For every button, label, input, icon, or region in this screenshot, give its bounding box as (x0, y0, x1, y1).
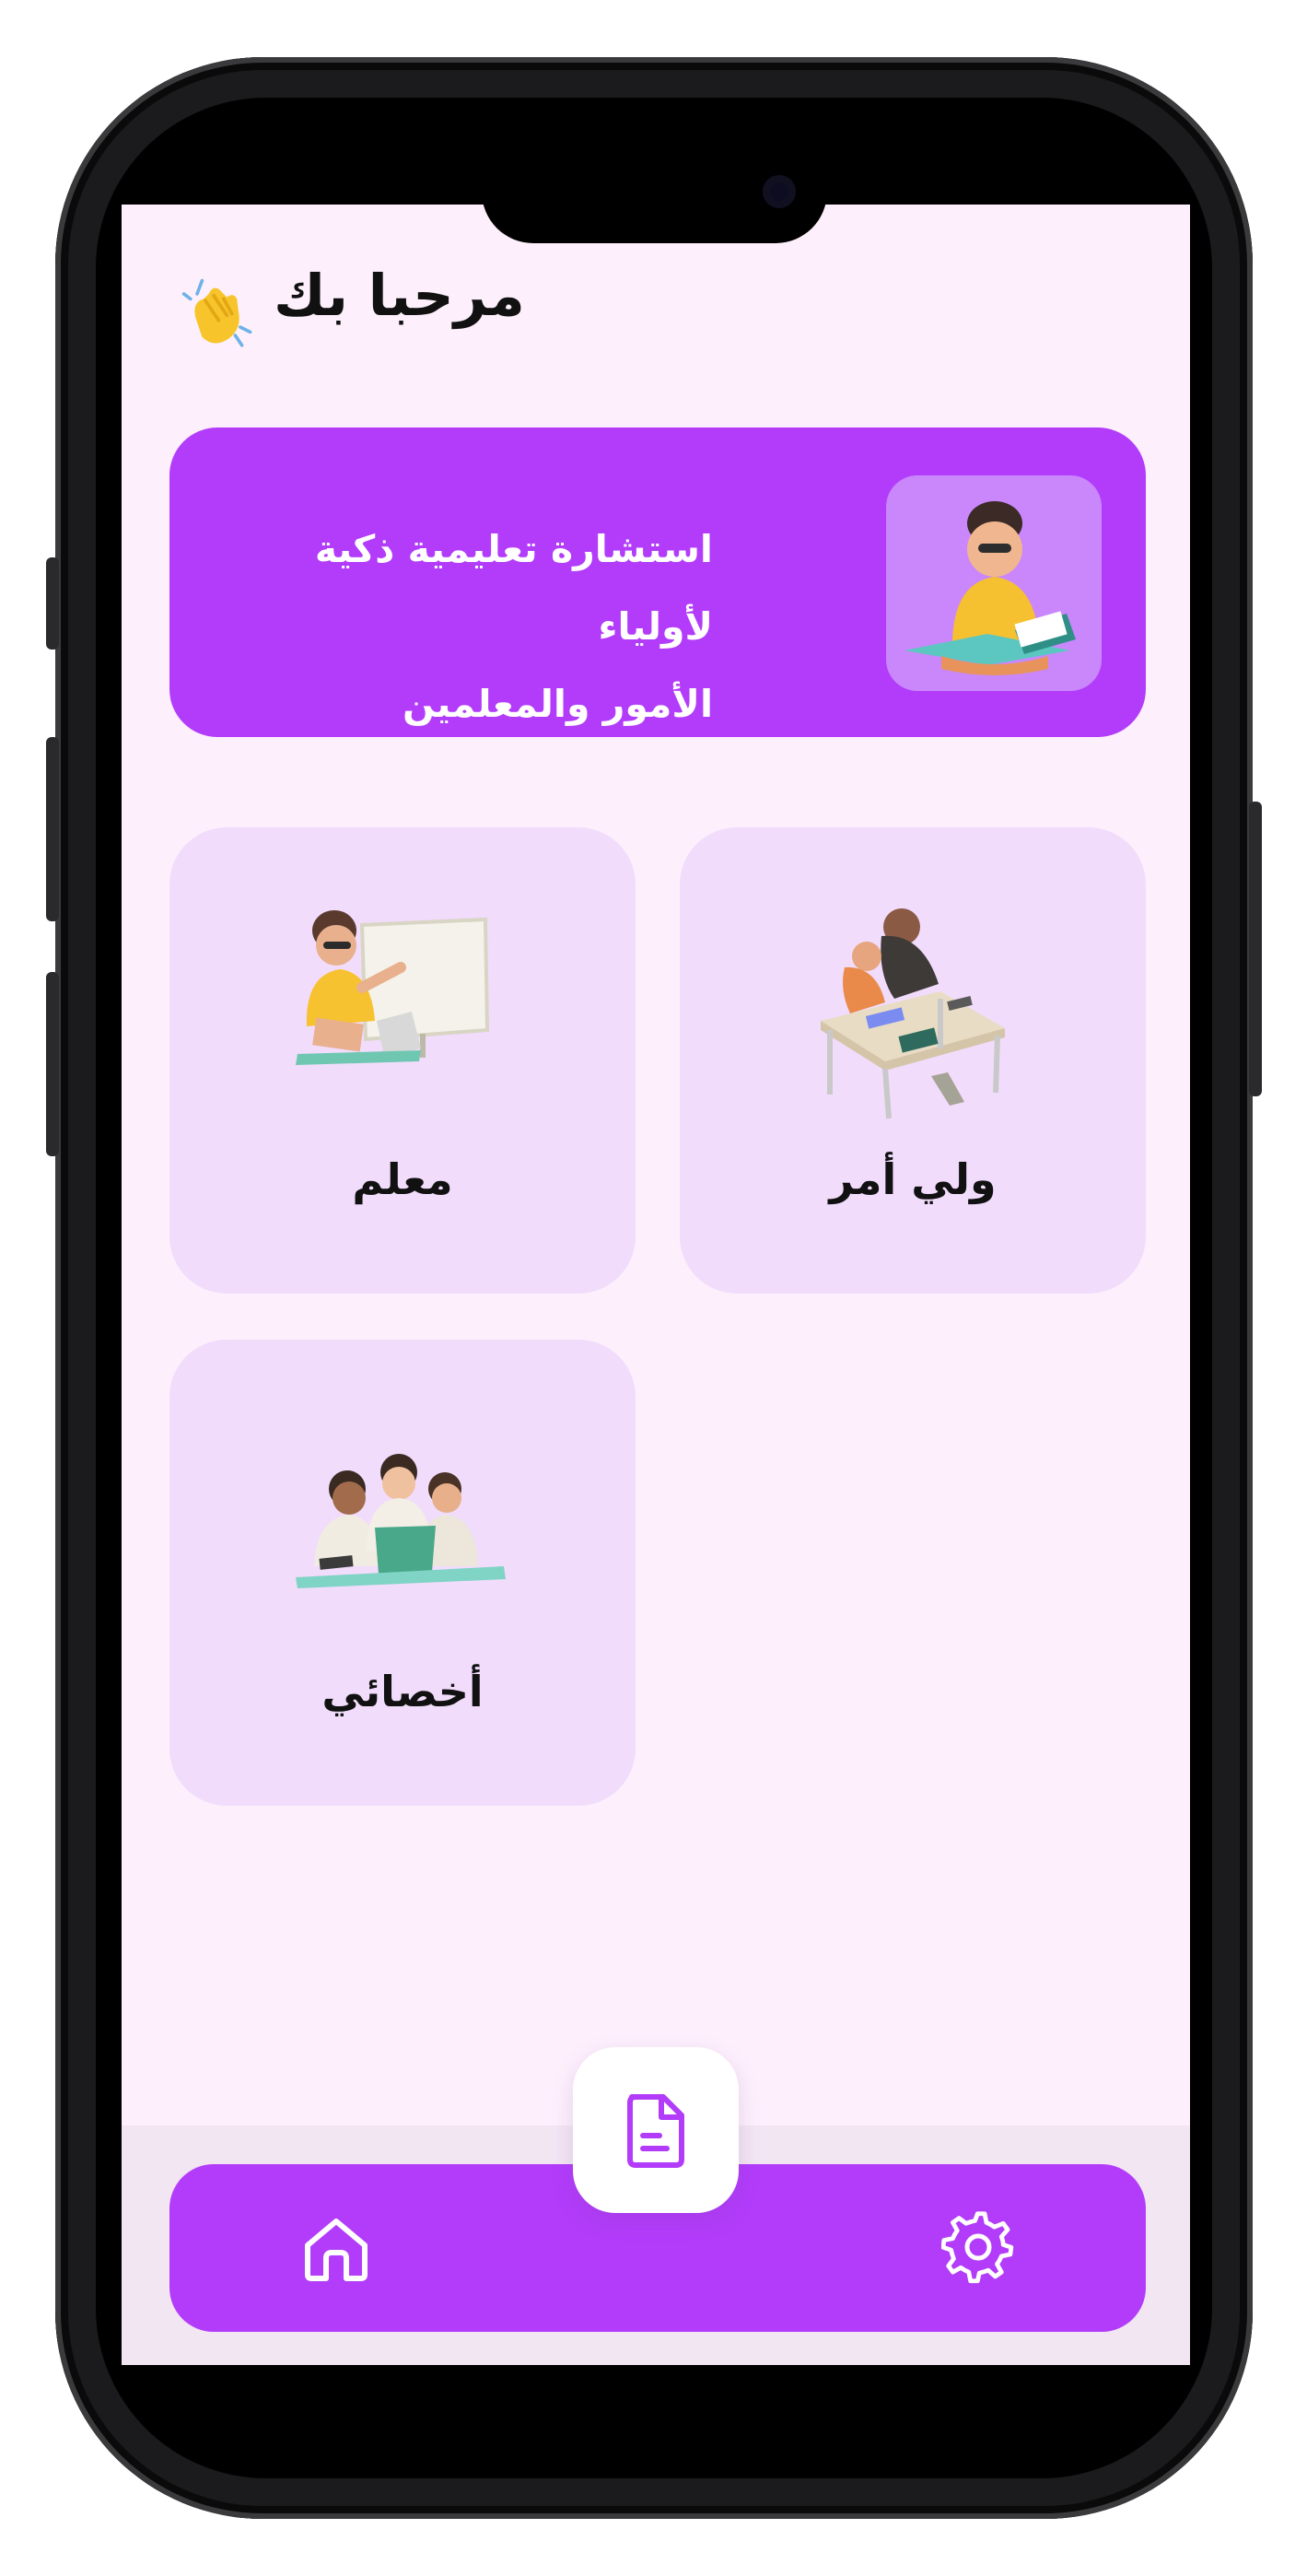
volume-down-button (46, 972, 59, 1156)
role-card-specialist[interactable]: أخصائي (169, 1340, 636, 1806)
parent-child-studying-illustration (821, 908, 1005, 1119)
consultation-banner[interactable]: استشارة تعليمية ذكية لأولياء الأمور والم… (169, 427, 1146, 737)
dynamic-island (482, 140, 827, 243)
banner-line-1: استشارة تعليمية ذكية لأولياء (314, 527, 713, 649)
banner-thumbnail (886, 475, 1102, 691)
role-label-specialist: أخصائي (321, 1667, 484, 1716)
document-button[interactable] (573, 2047, 739, 2213)
waving-hand-icon (181, 278, 252, 347)
banner-line-2: الأمور والمعلمين (403, 682, 713, 726)
volume-up-button (46, 737, 59, 921)
front-camera (763, 175, 796, 208)
app-screen: مرحبا بك استشارة تعليمية ذكية لأولياء ال… (122, 205, 1190, 2365)
document-icon (627, 2094, 684, 2168)
role-card-teacher[interactable]: معلم (169, 827, 636, 1294)
role-card-parent[interactable]: ولي أمر (680, 827, 1146, 1294)
role-label-parent: ولي أمر (829, 1154, 997, 1204)
specialist-group-illustration (296, 1454, 506, 1588)
student-reading-illustration (904, 501, 1076, 675)
device-mockup: مرحبا بك استشارة تعليمية ذكية لأولياء ال… (0, 0, 1307, 2576)
greeting-title: مرحبا بك (274, 262, 525, 329)
power-button (1249, 802, 1262, 1096)
gear-icon[interactable] (941, 2210, 1017, 2286)
role-label-teacher: معلم (352, 1154, 453, 1204)
home-icon[interactable] (298, 2210, 374, 2286)
teacher-whiteboard-illustration (296, 910, 490, 1065)
silent-switch (46, 557, 59, 650)
banner-text: استشارة تعليمية ذكية لأولياء الأمور والم… (197, 510, 713, 743)
